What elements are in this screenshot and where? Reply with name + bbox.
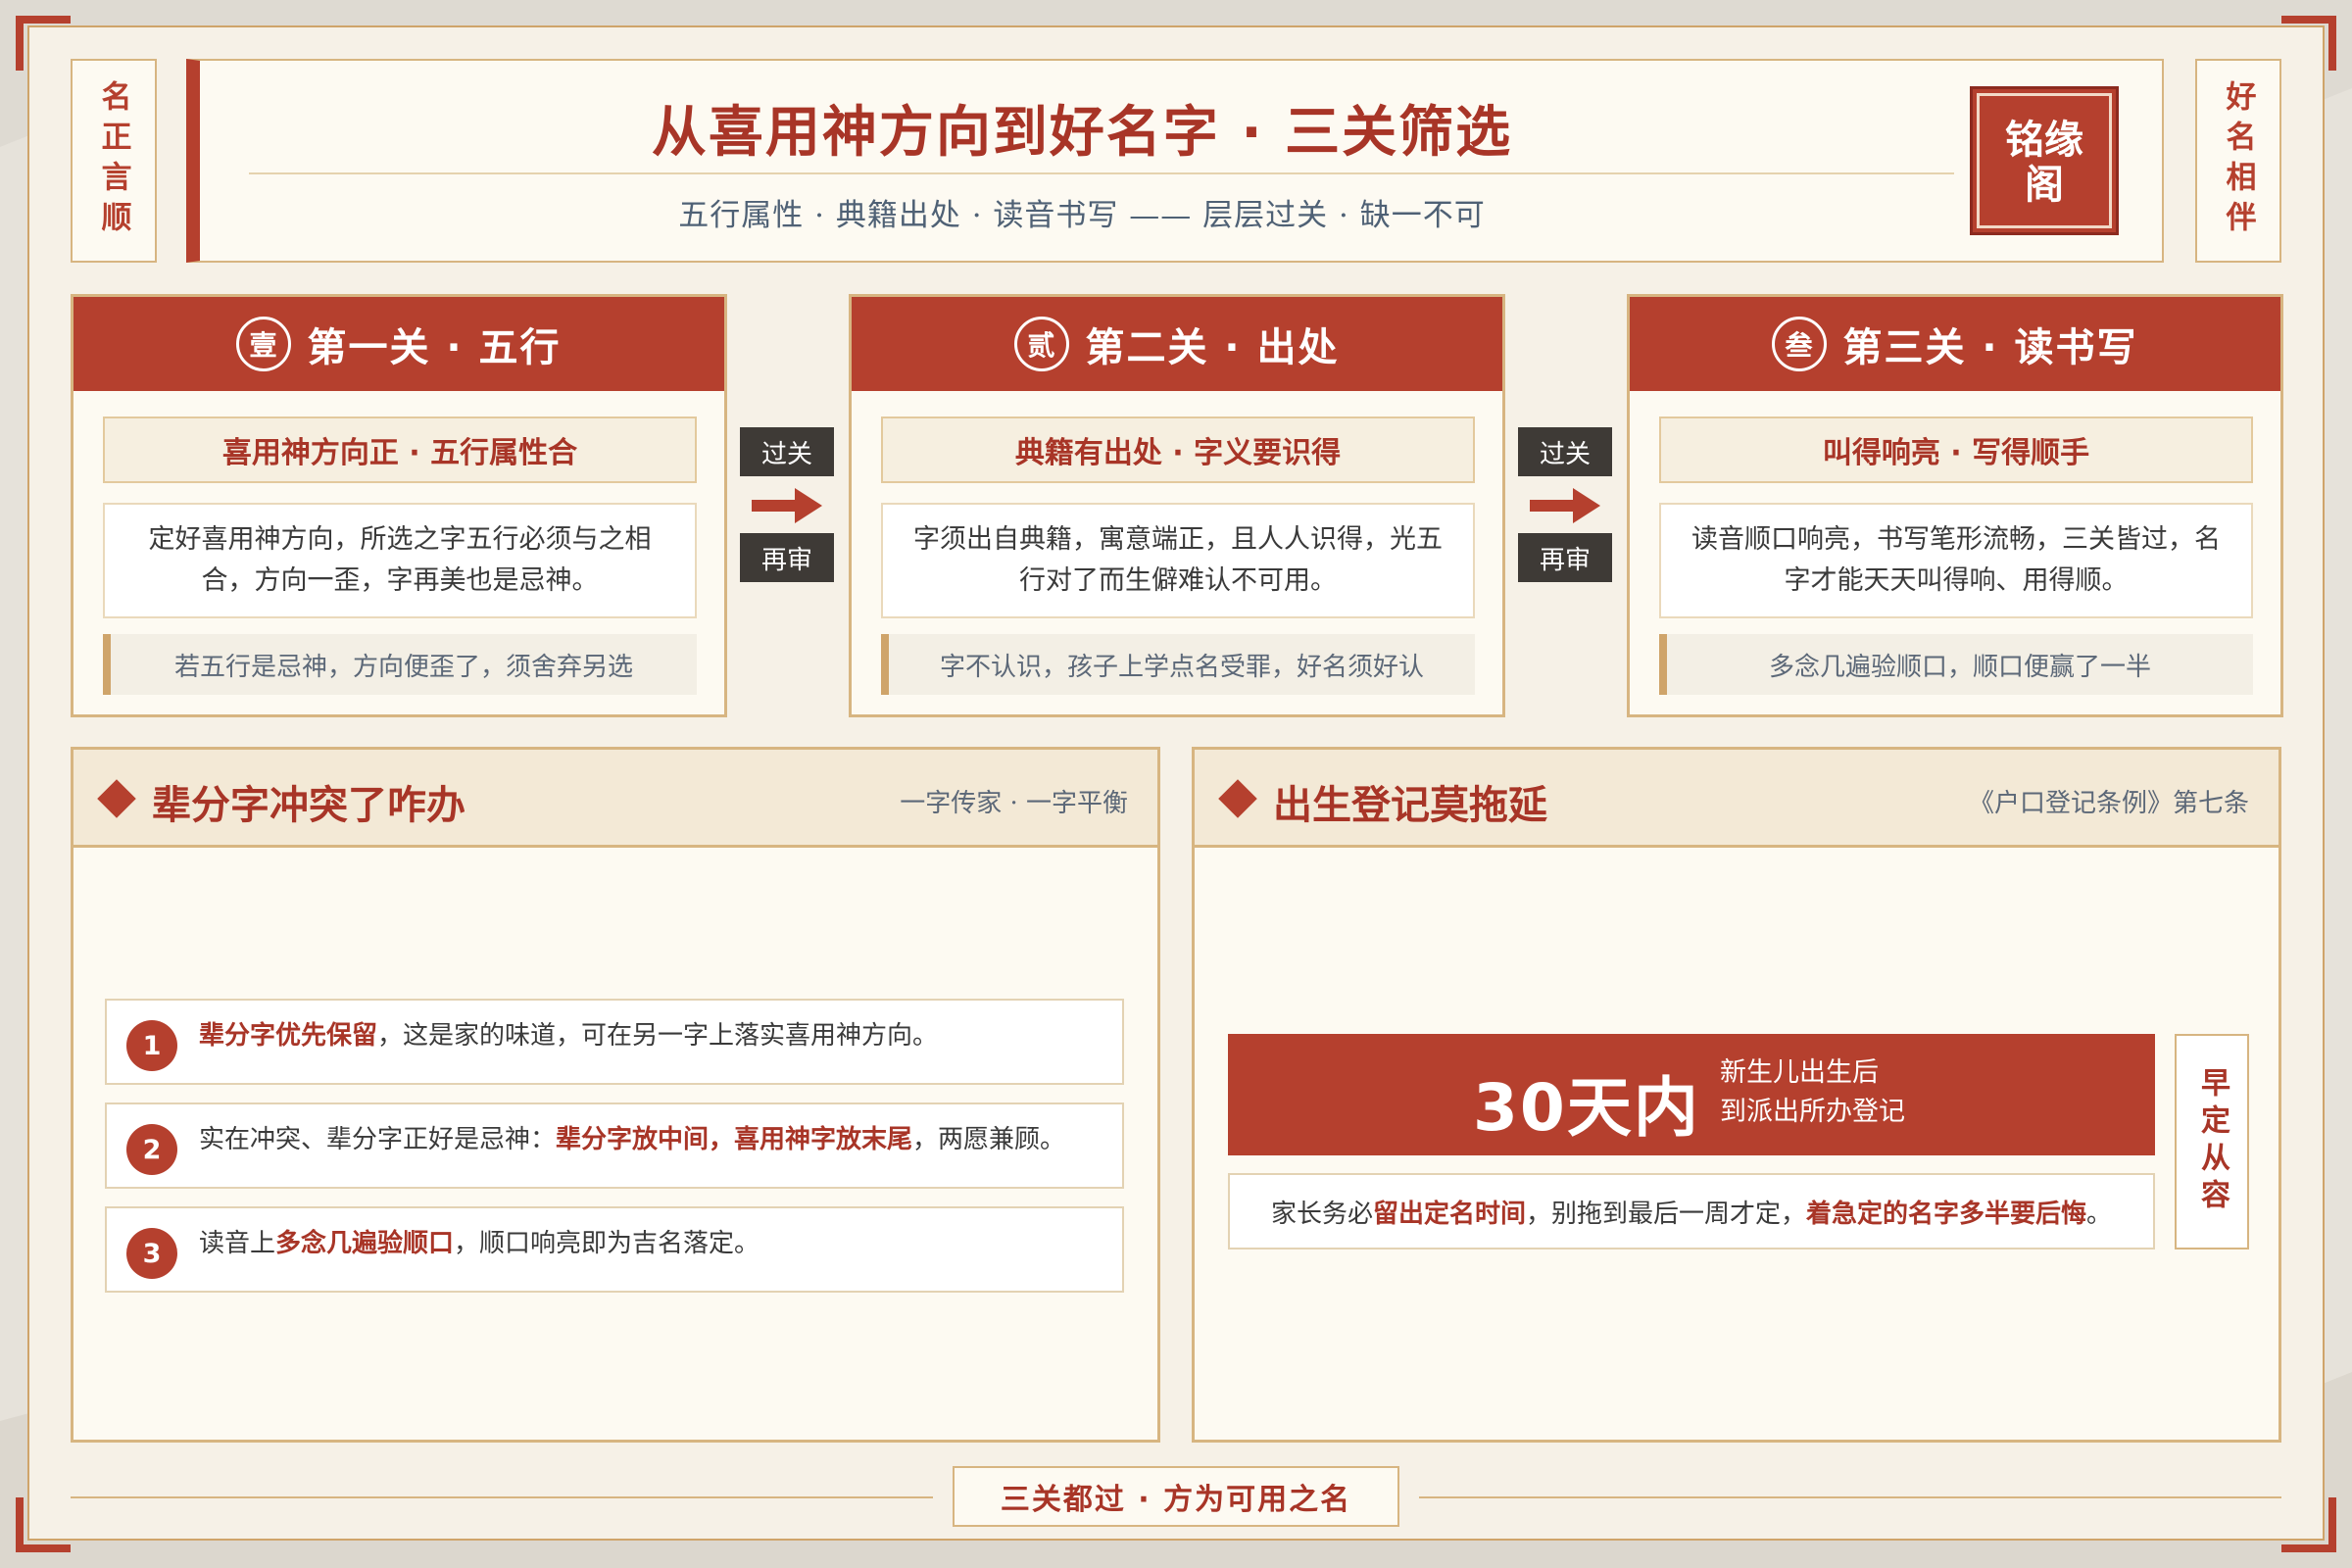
panel-note: 一字传家 · 一字平衡 (900, 789, 1128, 818)
footer-divider (1419, 1496, 2281, 1498)
page-title: 从喜用神方向到好名字 · 三关筛选 (651, 101, 1513, 165)
arrow-right-icon (1530, 488, 1600, 523)
arrow-right-icon (752, 488, 822, 523)
body-text: ，这是家的味道，可在另一字上落实喜用神方向。 (377, 1021, 939, 1051)
diamond-icon (1218, 779, 1257, 818)
registration-note: 家长务必 留出定名时间 ，别拖到最后一周才定， 着急定的名字多半要后悔。 (1228, 1173, 2155, 1250)
connector-review-label: 再审 (740, 533, 834, 582)
body-text: 实在冲突、辈分字正好是忌神： (199, 1125, 557, 1154)
gate-note: 若五行是忌神，方向便歪了，须舍弃另选 (103, 634, 697, 695)
title-divider (249, 172, 1954, 174)
page-subtitle: 五行属性 · 典籍出处 · 读音书写 —— 层层过关 · 缺一不可 (678, 198, 1486, 233)
connector-pass-label: 过关 (1518, 427, 1612, 476)
gate-connector-2: 过关 再审 (1518, 427, 1612, 584)
gate-header: 贰 第二关 · 出处 (852, 297, 1502, 391)
gate-description: 字须出自典籍，寓意端正，且人人识得，光五行对了而生僻难认不可用。 (881, 503, 1475, 618)
seal-line-2: 阁 (2025, 163, 2064, 208)
vertical-tag: 早定从容 (2175, 1034, 2249, 1250)
gate-description: 读音顺口响亮，书写笔形流畅，三关皆过，名字才能天天叫得响、用得顺。 (1659, 503, 2253, 618)
deadline-banner: 30天内 新生儿出生后 到派出所办登记 (1228, 1034, 2155, 1155)
deadline-line-2: 到派出所办登记 (1720, 1097, 1905, 1127)
body-text: 家长务必 (1270, 1199, 1373, 1229)
header-card: 从喜用神方向到好名字 · 三关筛选 五行属性 · 典籍出处 · 读音书写 —— … (186, 59, 2164, 263)
highlight-text: 多念几遍验顺口 (275, 1229, 455, 1258)
footer-divider (71, 1496, 933, 1498)
highlight-text: 辈分字放中间，喜用神字放末尾 (556, 1125, 913, 1154)
step-number-badge: 1 (126, 1020, 177, 1071)
footer-motto: 三关都过 · 方为可用之名 (953, 1466, 1399, 1527)
panel-header: 辈分字冲突了咋办 一字传家 · 一字平衡 (74, 750, 1157, 848)
deadline-description: 新生儿出生后 到派出所办登记 (1720, 1054, 1905, 1132)
birth-registration-panel: 出生登记莫拖延 《户口登记条例》第七条 30天内 新生儿出生后 到派出所办登记 … (1192, 747, 2281, 1443)
gate-title: 第二关 · 出处 (1085, 325, 1340, 370)
gate-number-badge: 贰 (1014, 317, 1070, 371)
brand-seal: 铭缘 阁 (1970, 86, 2119, 235)
body-text: ，顺口响亮即为吉名落定。 (454, 1229, 760, 1258)
panel-title: 出生登记莫拖延 (1273, 783, 1547, 828)
gate-description: 定好喜用神方向，所选之字五行必须与之相合，方向一歪，字再美也是忌神。 (103, 503, 697, 618)
corner-ornament (2281, 1497, 2336, 1552)
gate-title: 第三关 · 读书写 (1842, 325, 2138, 370)
connector-pass-label: 过关 (740, 427, 834, 476)
seal-text: 铭缘 阁 (1977, 93, 2112, 228)
highlight-text: 辈分字优先保留 (199, 1021, 378, 1051)
list-item-text: 实在冲突、辈分字正好是忌神：辈分字放中间，喜用神字放末尾，两愿兼顾。 (199, 1122, 1065, 1157)
highlight-text: 留出定名时间 (1372, 1199, 1526, 1229)
list-item: 2 实在冲突、辈分字正好是忌神：辈分字放中间，喜用神字放末尾，两愿兼顾。 (105, 1102, 1124, 1189)
gate-header: 叁 第三关 · 读书写 (1630, 297, 2280, 391)
corner-ornament (2281, 16, 2336, 71)
gate-connector-1: 过关 再审 (740, 427, 834, 584)
side-tag-right: 好名相伴 (2195, 59, 2281, 263)
connector-review-label: 再审 (1518, 533, 1612, 582)
gate-number-badge: 壹 (236, 317, 292, 371)
panel-note: 《户口登记条例》第七条 (1968, 789, 2249, 818)
step-number-badge: 3 (126, 1228, 177, 1279)
gate-subtitle: 叫得响亮 · 写得顺手 (1659, 416, 2253, 483)
gate-card-1: 壹 第一关 · 五行 喜用神方向正 · 五行属性合 定好喜用神方向，所选之字五行… (71, 294, 727, 717)
diamond-icon (97, 779, 136, 818)
gate-subtitle: 典籍有出处 · 字义要识得 (881, 416, 1475, 483)
highlight-text: 着急定的名字多半要后悔 (1806, 1199, 2087, 1229)
panel-title: 辈分字冲突了咋办 (152, 783, 466, 828)
gate-note: 字不认识，孩子上学点名受罪，好名须好认 (881, 634, 1475, 695)
list-item: 3 读音上多念几遍验顺口，顺口响亮即为吉名落定。 (105, 1206, 1124, 1293)
corner-ornament (16, 16, 71, 71)
panel-header: 出生登记莫拖延 《户口登记条例》第七条 (1195, 750, 2278, 848)
side-tag-left: 名正言顺 (71, 59, 157, 263)
body-text: ，两愿兼顾。 (912, 1125, 1066, 1154)
gate-card-2: 贰 第二关 · 出处 典籍有出处 · 字义要识得 字须出自典籍，寓意端正，且人人… (849, 294, 1505, 717)
gate-header: 壹 第一关 · 五行 (74, 297, 724, 391)
gate-subtitle: 喜用神方向正 · 五行属性合 (103, 416, 697, 483)
list-item-text: 读音上多念几遍验顺口，顺口响亮即为吉名落定。 (199, 1226, 760, 1261)
gate-card-3: 叁 第三关 · 读书写 叫得响亮 · 写得顺手 读音顺口响亮，书写笔形流畅，三关… (1627, 294, 2283, 717)
body-text: 读音上 (199, 1229, 276, 1258)
step-number-badge: 2 (126, 1124, 177, 1175)
body-text: 。 (2086, 1199, 2113, 1229)
list-item-text: 辈分字优先保留，这是家的味道，可在另一字上落实喜用神方向。 (199, 1018, 938, 1054)
list-item: 1 辈分字优先保留，这是家的味道，可在另一字上落实喜用神方向。 (105, 999, 1124, 1085)
deadline-value: 30天内 (1473, 1070, 1700, 1146)
corner-ornament (16, 1497, 71, 1552)
deadline-line-1: 新生儿出生后 (1720, 1057, 1879, 1088)
gate-number-badge: 叁 (1772, 317, 1828, 371)
generation-name-panel: 辈分字冲突了咋办 一字传家 · 一字平衡 1 辈分字优先保留，这是家的味道，可在… (71, 747, 1160, 1443)
gate-title: 第一关 · 五行 (307, 325, 562, 370)
gate-note: 多念几遍验顺口，顺口便赢了一半 (1659, 634, 2253, 695)
seal-line-1: 铭缘 (2005, 118, 2083, 163)
body-text: ，别拖到最后一周才定， (1525, 1199, 1806, 1229)
